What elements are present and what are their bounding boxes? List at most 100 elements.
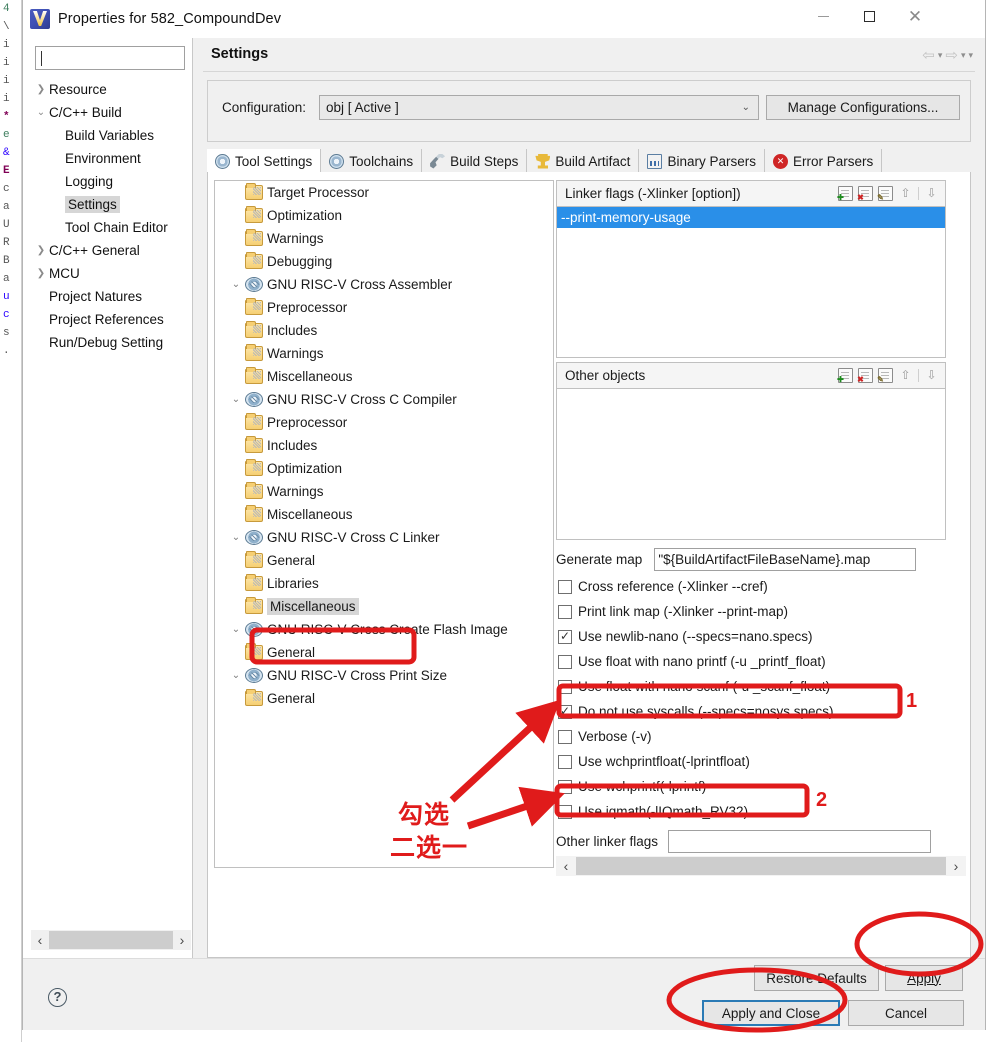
tool-tree-item-gnu-risc-v-cross-print-size[interactable]: ⌄GNU RISC-V Cross Print Size — [215, 664, 553, 687]
linker-flags-list[interactable]: --print-memory-usage — [557, 207, 945, 357]
checkbox-row[interactable]: Verbose (-v) — [558, 724, 963, 749]
checkbox-use-wchprintfloat-lprintfloat[interactable] — [558, 755, 572, 769]
chevron-down-icon[interactable]: ⌄ — [227, 670, 245, 681]
checkbox-use-wchprintf-lprintf[interactable] — [558, 780, 572, 794]
checkbox-cross-reference-xlinker-cref[interactable] — [558, 580, 572, 594]
chevron-down-icon[interactable]: ⌄ — [227, 279, 245, 290]
tool-tree-item-debugging[interactable]: Debugging — [215, 250, 553, 273]
close-button[interactable]: ✕ — [892, 0, 938, 32]
chevron-right-icon[interactable]: ❯ — [33, 268, 49, 279]
help-icon[interactable]: ? — [48, 988, 67, 1007]
chevron-down-icon[interactable]: ⌄ — [33, 107, 49, 118]
chevron-down-icon[interactable]: ⌄ — [227, 394, 245, 405]
sidebar-item-settings[interactable]: Settings — [23, 193, 193, 216]
tab-build-artifact[interactable]: Build Artifact — [527, 149, 639, 173]
tool-tree-item-general[interactable]: General — [215, 641, 553, 664]
tool-tree-item-miscellaneous[interactable]: Miscellaneous — [215, 365, 553, 388]
chevron-down-icon[interactable]: ⌄ — [227, 624, 245, 635]
add-icon[interactable]: ✚ — [838, 186, 853, 201]
tool-tree-item-gnu-risc-v-cross-c-linker[interactable]: ⌄GNU RISC-V Cross C Linker — [215, 526, 553, 549]
checkbox-use-float-with-nano-printf-u-printf-floa[interactable] — [558, 655, 572, 669]
sidebar-item-project-natures[interactable]: Project Natures — [23, 285, 193, 308]
generate-map-input[interactable]: "${BuildArtifactFileBaseName}.map — [654, 548, 916, 571]
sidebar-item-mcu[interactable]: ❯MCU — [23, 262, 193, 285]
checkbox-use-iqmath-liqmath-rv32[interactable] — [558, 805, 572, 819]
tab-build-steps[interactable]: Build Steps — [422, 149, 527, 173]
checkbox-row[interactable]: Use float with nano scanf (-u _scanf_flo… — [558, 674, 963, 699]
checkbox-print-link-map-xlinker-print-map[interactable] — [558, 605, 572, 619]
checkbox-row[interactable]: Cross reference (-Xlinker --cref) — [558, 574, 963, 599]
tool-tree-item-libraries[interactable]: Libraries — [215, 572, 553, 595]
checkbox-do-not-use-syscalls-specs-nosys-specs[interactable] — [558, 705, 572, 719]
tool-tree-item-miscellaneous[interactable]: Miscellaneous — [215, 503, 553, 526]
list-item[interactable]: --print-memory-usage — [557, 207, 945, 228]
chevron-down-icon[interactable]: ⌄ — [227, 532, 245, 543]
tab-error-parsers[interactable]: Error Parsers — [765, 149, 882, 173]
restore-defaults-button[interactable]: Restore Defaults — [754, 965, 879, 991]
sidebar-item-environment[interactable]: Environment — [23, 147, 193, 170]
sidebar-item-c-c-general[interactable]: ❯C/C++ General — [23, 239, 193, 262]
tool-tree-item-optimization[interactable]: Optimization — [215, 457, 553, 480]
panel-scroll-thumb[interactable] — [576, 857, 946, 875]
tool-tree-item-preprocessor[interactable]: Preprocessor — [215, 296, 553, 319]
move-down-icon[interactable]: ⇩ — [924, 368, 939, 383]
checkbox-row[interactable]: Use wchprintf(-lprintf) — [558, 774, 963, 799]
tab-binary-parsers[interactable]: Binary Parsers — [639, 149, 765, 173]
apply-and-close-button[interactable]: Apply and Close — [702, 1000, 840, 1026]
checkbox-row[interactable]: Use float with nano printf (-u _printf_f… — [558, 649, 963, 674]
tab-toolchains[interactable]: Toolchains — [321, 149, 422, 173]
forward-arrow-icon[interactable]: ⇨ — [945, 46, 958, 64]
checkbox-row[interactable]: Print link map (-Xlinker --print-map) — [558, 599, 963, 624]
tool-tree-item-target-processor[interactable]: Target Processor — [215, 181, 553, 204]
nav-scroll-right-icon[interactable]: › — [173, 932, 191, 948]
tool-tree-item-gnu-risc-v-cross-assembler[interactable]: ⌄GNU RISC-V Cross Assembler — [215, 273, 553, 296]
other-linker-flags-input[interactable] — [668, 830, 931, 853]
tab-tool-settings[interactable]: Tool Settings — [207, 149, 321, 173]
nav-horizontal-scrollbar[interactable]: ‹ › — [31, 930, 191, 950]
back-arrow-icon[interactable]: ⇦ — [922, 46, 935, 64]
edit-icon[interactable]: ✎ — [878, 186, 893, 201]
forward-menu-chevron-icon[interactable]: ▾ — [961, 50, 966, 61]
move-up-icon[interactable]: ⇧ — [898, 186, 913, 201]
tool-tree-item-optimization[interactable]: Optimization — [215, 204, 553, 227]
sidebar-item-c-c-build[interactable]: ⌄C/C++ Build — [23, 101, 193, 124]
sidebar-item-build-variables[interactable]: Build Variables — [23, 124, 193, 147]
back-menu-chevron-icon[interactable]: ▾ — [938, 50, 943, 61]
sidebar-item-logging[interactable]: Logging — [23, 170, 193, 193]
chevron-right-icon[interactable]: ❯ — [33, 84, 49, 95]
tool-tree-item-preprocessor[interactable]: Preprocessor — [215, 411, 553, 434]
panel-horizontal-scrollbar[interactable]: ‹ › — [556, 856, 966, 876]
delete-icon[interactable]: ✖ — [858, 186, 873, 201]
nav-scroll-thumb[interactable] — [49, 931, 173, 949]
tool-tree-item-warnings[interactable]: Warnings — [215, 227, 553, 250]
tool-tree-item-warnings[interactable]: Warnings — [215, 480, 553, 503]
tool-tree-item-gnu-risc-v-cross-c-compiler[interactable]: ⌄GNU RISC-V Cross C Compiler — [215, 388, 553, 411]
panel-scroll-left-icon[interactable]: ‹ — [556, 858, 576, 874]
apply-button[interactable]: Apply — [885, 965, 963, 991]
view-menu-chevron-icon[interactable]: ▾ — [968, 50, 973, 61]
checkbox-row[interactable]: Use wchprintfloat(-lprintfloat) — [558, 749, 963, 774]
nav-scroll-left-icon[interactable]: ‹ — [31, 932, 49, 948]
tool-tree-item-warnings[interactable]: Warnings — [215, 342, 553, 365]
move-up-icon[interactable]: ⇧ — [898, 368, 913, 383]
configuration-dropdown[interactable]: obj [ Active ] ⌄ — [319, 95, 759, 120]
delete-icon[interactable]: ✖ — [858, 368, 873, 383]
checkbox-use-newlib-nano-specs-nano-specs[interactable] — [558, 630, 572, 644]
panel-scroll-right-icon[interactable]: › — [946, 858, 966, 874]
sidebar-item-run-debug-setting[interactable]: Run/Debug Setting — [23, 331, 193, 354]
sidebar-item-project-references[interactable]: Project References — [23, 308, 193, 331]
cancel-button[interactable]: Cancel — [848, 1000, 964, 1026]
sidebar-item-tool-chain-editor[interactable]: Tool Chain Editor — [23, 216, 193, 239]
move-down-icon[interactable]: ⇩ — [924, 186, 939, 201]
checkbox-row[interactable]: Use iqmath(-lIQmath_RV32) — [558, 799, 963, 824]
checkbox-row[interactable]: Do not use syscalls (--specs=nosys.specs… — [558, 699, 963, 724]
tool-tree-item-gnu-risc-v-cross-create-flash-image[interactable]: ⌄GNU RISC-V Cross Create Flash Image — [215, 618, 553, 641]
add-icon[interactable]: ✚ — [838, 368, 853, 383]
edit-icon[interactable]: ✎ — [878, 368, 893, 383]
tool-tree-item-general[interactable]: General — [215, 687, 553, 710]
sidebar-item-resource[interactable]: ❯Resource — [23, 78, 193, 101]
minimize-button[interactable] — [800, 0, 846, 32]
tool-tree-item-includes[interactable]: Includes — [215, 434, 553, 457]
manage-configurations-button[interactable]: Manage Configurations... — [766, 95, 960, 120]
checkbox-verbose-v[interactable] — [558, 730, 572, 744]
